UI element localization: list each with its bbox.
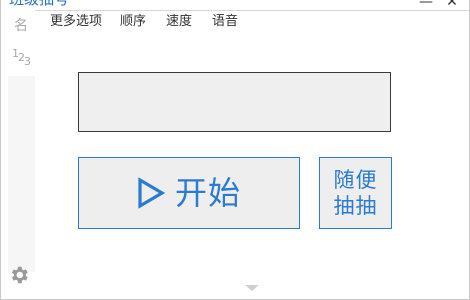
menu-bar: 更多选项 顺序 速度 语音: [45, 13, 244, 33]
random-label-line1: 随便: [333, 168, 378, 192]
left-sidebar: 名 123: [1, 10, 35, 299]
menu-order[interactable]: 顺序: [114, 13, 152, 33]
gear-icon[interactable]: [8, 264, 30, 286]
sidebar-panel: [8, 76, 35, 272]
random-label-line2: 抽抽: [333, 194, 378, 218]
start-button[interactable]: 开始: [78, 157, 300, 229]
menu-more-options[interactable]: 更多选项: [45, 13, 108, 33]
chevron-down-icon[interactable]: [244, 284, 260, 292]
app-window: 班级抽号 — ✕ 名 123 更多选项 顺序 速度 语音 开始 随便 抽抽: [0, 0, 470, 300]
window-title: 班级抽号: [9, 0, 69, 8]
result-display: [78, 72, 391, 132]
close-button[interactable]: ✕: [441, 0, 463, 10]
title-bar[interactable]: 班级抽号 — ✕: [1, 0, 469, 11]
number-mode-icon[interactable]: 123: [11, 47, 31, 68]
play-icon: [138, 177, 165, 209]
menu-speed[interactable]: 速度: [160, 13, 198, 33]
menu-voice[interactable]: 语音: [206, 13, 244, 33]
name-mode-icon[interactable]: 名: [11, 16, 31, 36]
minimize-button[interactable]: —: [415, 0, 437, 10]
start-label: 开始: [174, 174, 241, 212]
random-draw-button[interactable]: 随便 抽抽: [319, 157, 392, 229]
number-glyph-3: 3: [24, 55, 31, 68]
